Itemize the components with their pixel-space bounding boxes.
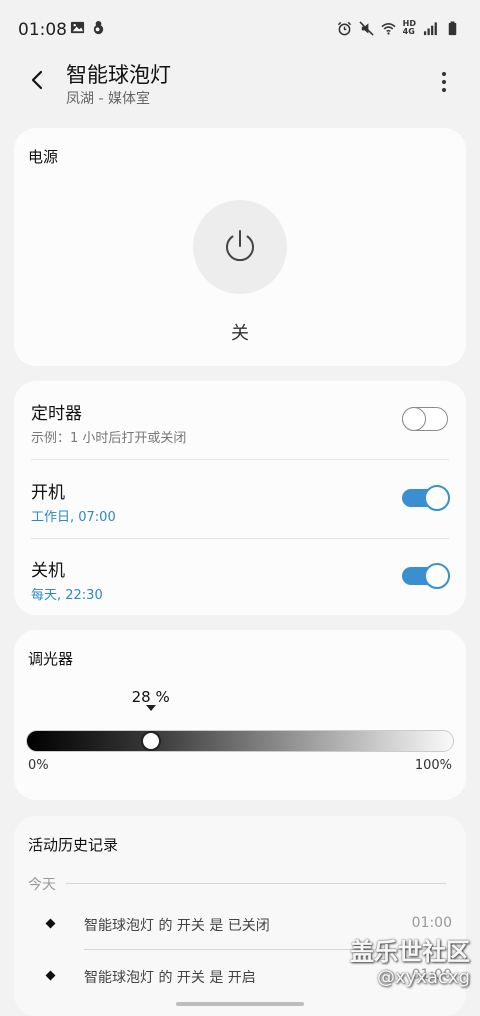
timer-card: 定时器 示例：1 小时后打开或关闭 开机 工作日, 07:00 关机 每天, 2… [14,381,466,615]
wifi-icon [381,22,396,35]
bullet-icon [45,918,56,929]
power-on-title: 开机 [31,483,65,503]
timer-subtitle: 示例：1 小时后打开或关闭 [31,431,187,446]
app-bar: 智能球泡灯 凤湖 - 媒体室 [0,56,480,116]
status-bar: 01:08 HD 4G [0,0,480,56]
back-button[interactable] [22,64,54,96]
network-label: 4G [402,27,415,36]
power-off-schedule-row[interactable]: 关机 每天, 22:30 [14,538,466,616]
dimmer-value-pointer-icon [145,705,156,711]
timer-row[interactable]: 定时器 示例：1 小时后打开或关闭 [14,381,466,460]
more-dot-icon [442,88,446,92]
dimmer-title: 调光器 [28,650,74,668]
power-card-title: 电源 [28,148,59,166]
page-title: 智能球泡灯 [66,63,171,87]
gesture-handle[interactable] [176,1002,304,1006]
more-options-button[interactable] [432,68,456,96]
power-on-toggle[interactable] [402,485,450,511]
dimmer-min-label: 0% [28,758,49,773]
watermark-brand: 盖乐世社区 [350,938,470,966]
history-title: 活动历史记录 [28,836,119,854]
back-arrow-icon [31,70,43,90]
power-button[interactable] [193,200,287,294]
image-icon [70,21,85,34]
mute-icon [359,20,374,36]
alarm-icon [337,21,351,35]
power-on-schedule: 工作日, 07:00 [31,510,116,525]
history-date: 今天 [28,877,56,893]
dimmer-value: 28 % [131,688,170,706]
notification-icon [93,20,104,35]
history-item-text: 智能球泡灯 的 开关 是 已关闭 [84,918,270,934]
dimmer-max-label: 100% [414,758,452,773]
watermark: 盖乐世社区 @xyxacxg [350,932,470,988]
power-card: 电源 关 [14,128,466,366]
timer-title: 定时器 [31,404,82,424]
power-off-title: 关机 [31,561,65,581]
more-dot-icon [442,72,446,76]
power-off-schedule: 每天, 22:30 [31,588,103,603]
power-state-label: 关 [231,323,249,344]
timer-toggle[interactable] [402,407,448,431]
dimmer-slider-track[interactable] [26,730,454,752]
more-dot-icon [442,80,446,84]
signal-icon [423,21,437,35]
dimmer-card: 调光器 28 % 0% 100% [14,630,466,800]
watermark-handle: @xyxacxg [377,967,470,988]
battery-icon [448,20,457,35]
divider [66,883,446,884]
power-on-schedule-row[interactable]: 开机 工作日, 07:00 [14,460,466,539]
history-item-time: 01:00 [411,915,452,931]
power-off-toggle[interactable] [402,563,450,589]
power-icon [226,230,254,262]
history-item-text: 智能球泡灯 的 开关 是 开启 [84,970,256,986]
status-time: 01:08 [18,20,67,40]
bullet-icon [45,970,56,981]
page-subtitle: 凤湖 - 媒体室 [66,91,150,107]
dimmer-slider-thumb[interactable] [140,731,161,751]
